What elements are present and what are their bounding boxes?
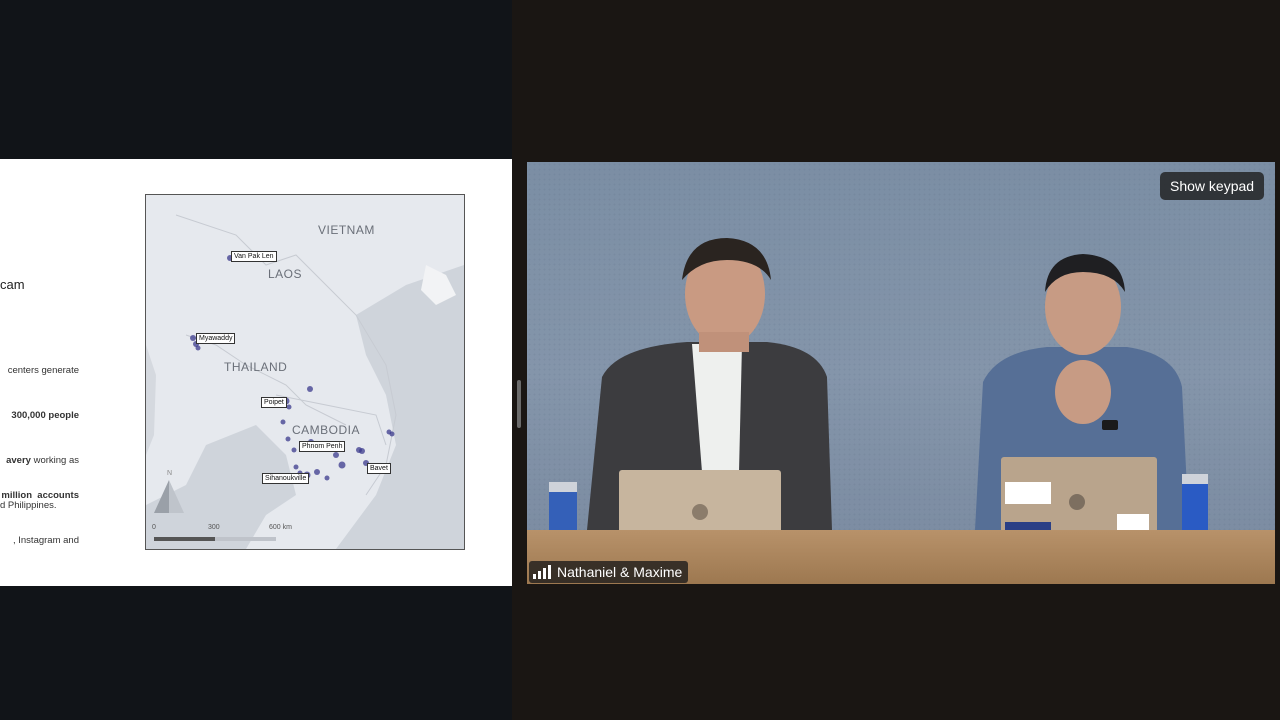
pane-resize-handle[interactable] xyxy=(517,380,521,428)
video-feed[interactable] xyxy=(527,162,1275,584)
scale-tick-0: 0 xyxy=(152,524,156,531)
city-label-myawaddy: Myawaddy xyxy=(196,333,236,344)
scam-center-dots xyxy=(190,255,395,481)
slide-paragraph-2: million accounts , Instagram and xyxy=(0,458,79,578)
para2-line1: million accounts xyxy=(1,490,79,501)
scale-bar xyxy=(154,537,276,541)
participant-name: Nathaniel & Maxime xyxy=(557,564,683,580)
city-label-bavet: Bavet xyxy=(367,463,391,474)
signal-strength-icon xyxy=(533,565,551,579)
para2-line2: , Instagram and xyxy=(12,535,79,546)
para1-line2: 300,000 people xyxy=(8,410,79,421)
scale-bar-segment xyxy=(154,537,215,541)
participant-name-tag: Nathaniel & Maxime xyxy=(529,561,689,583)
scale-tick-300: 300 xyxy=(208,524,220,531)
para1-line1: centers generate xyxy=(7,365,79,376)
slide-heading: cam xyxy=(0,277,25,292)
participants-video xyxy=(549,238,1208,558)
city-label-van-pak-len: Van Pak Len xyxy=(231,251,277,262)
city-label-poipet: Poipet xyxy=(261,397,287,408)
city-label-phnom-penh: Phnom Penh xyxy=(299,441,346,452)
scale-tick-600: 600 km xyxy=(269,524,292,531)
show-keypad-button[interactable]: Show keypad xyxy=(1160,172,1265,200)
map-figure: N VIETNAM LAOS THAILAND CAMBODIA Van Pak… xyxy=(145,194,465,550)
city-label-sihanoukville: Sihanoukville xyxy=(262,473,310,484)
